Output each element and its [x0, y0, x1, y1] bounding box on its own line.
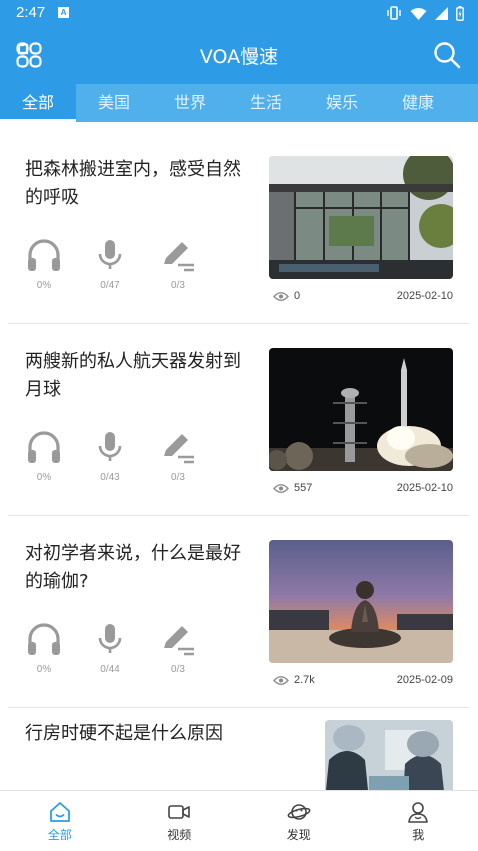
speak-progress: 0/43 [100, 472, 120, 483]
article-title[interactable]: 对初学者来说，什么是最好的瑜伽? [25, 540, 255, 596]
view-count-value: 557 [294, 482, 313, 494]
status-time: 2:47 [16, 4, 46, 21]
search-button[interactable] [432, 40, 462, 70]
article-date: 2025-02-09 [396, 674, 453, 686]
write-progress: 0/3 [171, 472, 185, 483]
tab-health[interactable]: 健康 [380, 84, 456, 122]
home-icon [49, 802, 70, 822]
view-count: 557 [273, 482, 312, 494]
article-title[interactable]: 行房时硬不起是什么原因 [25, 720, 315, 748]
nav-home[interactable]: 全部 [0, 791, 120, 851]
surgeons-operating-image[interactable] [325, 720, 453, 790]
article-feed: 把森林搬进室内，感受自然的呼吸 0% 0/47 0/3 0 2025-02-10… [0, 122, 478, 790]
write-stat[interactable]: 0/3 [158, 622, 198, 675]
article-date: 2025-02-10 [396, 290, 453, 302]
edit-pencil-icon [164, 626, 194, 656]
speak-stat[interactable]: 0/43 [90, 430, 130, 483]
view-count-value: 0 [294, 290, 301, 302]
nav-discover-label: 发现 [286, 828, 311, 842]
edit-pencil-icon [164, 434, 194, 464]
article-card[interactable]: 对初学者来说，什么是最好的瑜伽? 0% 0/44 0/3 2.7k 2025-0… [8, 506, 469, 708]
listen-progress: 0% [36, 664, 52, 675]
headphones-icon [28, 431, 60, 463]
eye-icon [273, 483, 289, 493]
signal-icon [435, 6, 448, 20]
yoga-beach-sunset-image[interactable] [269, 540, 453, 663]
video-camera-icon [168, 805, 191, 819]
eye-icon [273, 675, 289, 685]
microphone-icon [98, 624, 122, 653]
rocket-launch-night-image[interactable] [269, 348, 453, 471]
article-title[interactable]: 把森林搬进室内，感受自然的呼吸 [25, 156, 255, 212]
write-stat[interactable]: 0/3 [158, 238, 198, 291]
nav-video-label: 视频 [167, 828, 192, 842]
planet-icon [287, 804, 311, 820]
category-tabs: 全部 美国 世界 生活 娱乐 健康 [0, 84, 478, 122]
battery-icon [456, 5, 464, 21]
article-card[interactable]: 两艘新的私人航天器发射到月球 0% 0/43 0/3 557 2025-02-1… [8, 314, 469, 516]
vibrate-icon [387, 6, 401, 20]
article-card[interactable]: 把森林搬进室内，感受自然的呼吸 0% 0/47 0/3 0 2025-02-10 [8, 122, 469, 324]
speak-progress: 0/47 [100, 280, 120, 291]
edit-pencil-icon [164, 242, 194, 272]
app-title: VOA慢速 [199, 46, 279, 68]
tab-all[interactable]: 全部 [0, 84, 76, 122]
listen-stat[interactable]: 0% [24, 238, 64, 291]
eye-icon [273, 291, 289, 301]
wifi-icon [410, 7, 427, 20]
listen-stat[interactable]: 0% [24, 622, 64, 675]
listen-progress: 0% [36, 280, 52, 291]
article-card[interactable]: 行房时硬不起是什么原因 [8, 698, 469, 790]
notification-icon: A [58, 7, 69, 18]
view-count-value: 2.7k [294, 674, 315, 686]
user-icon [408, 802, 429, 823]
listen-stat[interactable]: 0% [24, 430, 64, 483]
modern-glass-house-image[interactable] [269, 156, 453, 279]
article-date: 2025-02-10 [396, 482, 453, 494]
speak-stat[interactable]: 0/47 [90, 238, 130, 291]
system-icons [386, 4, 464, 22]
write-progress: 0/3 [171, 280, 185, 291]
view-count: 0 [273, 290, 300, 302]
tab-usa[interactable]: 美国 [76, 84, 152, 122]
tab-world[interactable]: 世界 [152, 84, 228, 122]
nav-home-label: 全部 [47, 828, 72, 842]
search-icon [434, 42, 461, 69]
view-count: 2.7k [273, 674, 315, 686]
microphone-icon [98, 432, 122, 461]
write-stat[interactable]: 0/3 [158, 430, 198, 483]
bottom-nav: 全部 视频 发现 我 [0, 790, 478, 851]
write-progress: 0/3 [171, 664, 185, 675]
nav-me-label: 我 [412, 828, 425, 842]
speak-stat[interactable]: 0/44 [90, 622, 130, 675]
listen-progress: 0% [36, 472, 52, 483]
tab-entertainment[interactable]: 娱乐 [304, 84, 380, 122]
headphones-icon [28, 623, 60, 655]
speak-progress: 0/44 [100, 664, 120, 675]
nav-video[interactable]: 视频 [120, 791, 240, 851]
nav-discover[interactable]: 发现 [239, 791, 359, 851]
tab-life[interactable]: 生活 [228, 84, 304, 122]
article-title[interactable]: 两艘新的私人航天器发射到月球 [25, 348, 255, 404]
app-bar: VOA慢速 [0, 26, 478, 84]
headphones-icon [28, 239, 60, 271]
microphone-icon [98, 240, 122, 269]
status-bar: 2:47 A [0, 0, 478, 26]
nav-me[interactable]: 我 [359, 791, 478, 851]
